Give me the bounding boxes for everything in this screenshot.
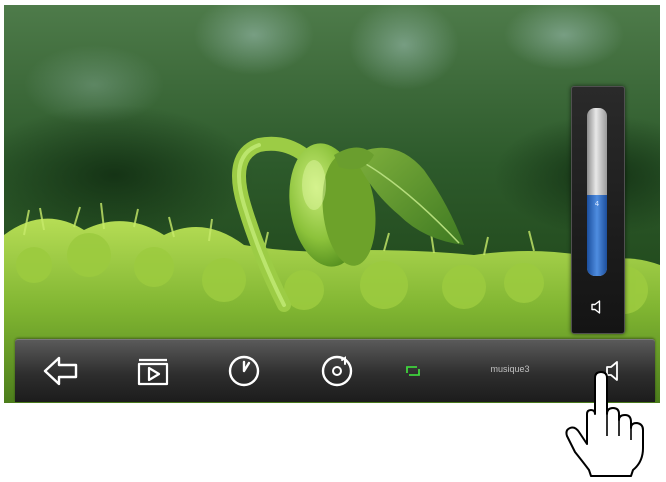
volume-slider[interactable]: 4 <box>587 108 607 276</box>
volume-slider-fill: 4 <box>587 195 607 276</box>
volume-level-value: 4 <box>594 200 600 209</box>
hand-pointer-icon <box>565 370 647 478</box>
slideshow-button[interactable] <box>133 355 173 387</box>
repeat-icon <box>404 363 422 379</box>
volume-popup: 4 <box>571 86 625 334</box>
music-disc-icon <box>320 354 354 388</box>
play-icon <box>135 356 171 386</box>
music-button[interactable] <box>317 355 357 387</box>
repeat-button[interactable] <box>399 355 427 387</box>
bottom-toolbar: musique3 <box>15 339 655 402</box>
back-arrow-icon <box>42 355 80 387</box>
clock-icon <box>227 354 261 388</box>
track-name-label: musique3 <box>490 364 530 374</box>
back-button[interactable] <box>41 355 81 387</box>
clock-button[interactable] <box>224 355 264 387</box>
speaker-icon[interactable] <box>589 299 605 315</box>
